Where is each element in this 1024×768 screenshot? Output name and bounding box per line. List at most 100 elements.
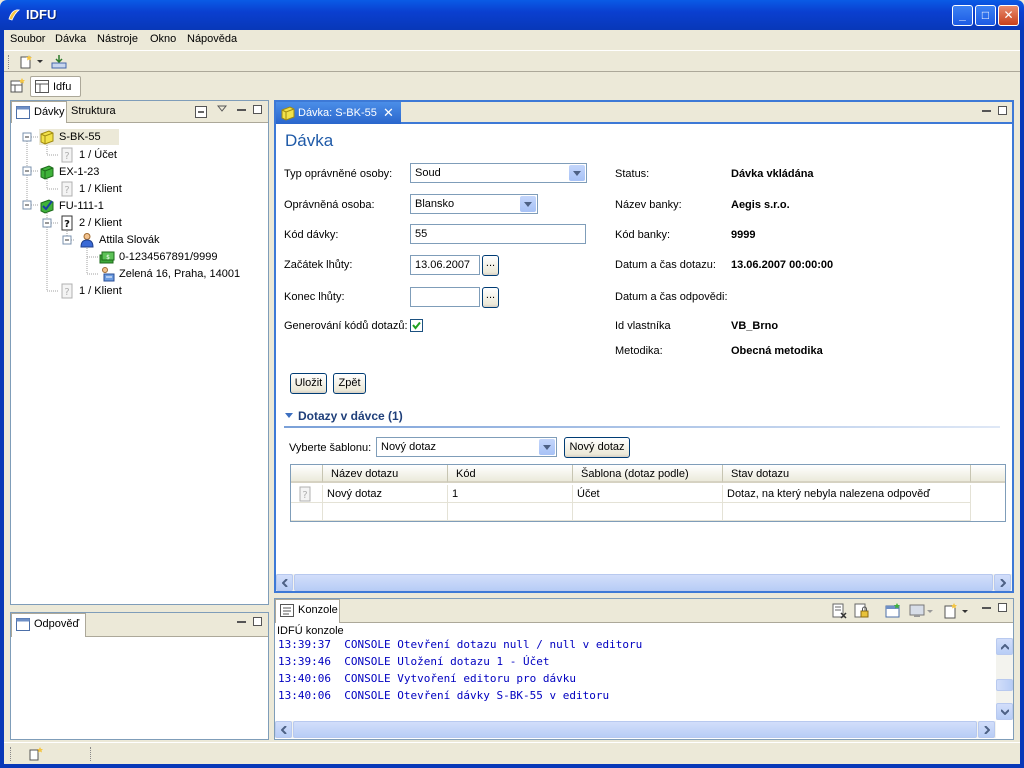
banka-value: Aegis s.r.o. bbox=[731, 199, 790, 211]
tab-konzole[interactable]: Konzole bbox=[275, 599, 340, 623]
scroll-thumb[interactable] bbox=[294, 574, 993, 591]
save-button[interactable]: Uložit bbox=[290, 373, 327, 394]
console-vscrollbar[interactable] bbox=[996, 638, 1013, 720]
back-button[interactable]: Zpět bbox=[333, 373, 366, 394]
editor-title: Dávka bbox=[285, 131, 334, 150]
chevron-down-icon[interactable] bbox=[539, 439, 555, 455]
gen-checkbox[interactable] bbox=[410, 319, 423, 332]
template-select[interactable]: Nový dotaz bbox=[376, 437, 557, 457]
console-output[interactable]: 13:39:37 CONSOLE Otevření dotazu null / … bbox=[275, 638, 997, 720]
clear-console-icon[interactable] bbox=[831, 603, 847, 619]
chevron-down-icon[interactable] bbox=[520, 196, 536, 212]
minimize-button[interactable]: _ bbox=[952, 5, 973, 26]
batch-check-icon bbox=[40, 199, 54, 214]
minimize-view-icon[interactable] bbox=[982, 607, 991, 609]
menu-napoveda[interactable]: Nápověda bbox=[187, 33, 237, 45]
konec-input[interactable] bbox=[410, 287, 480, 307]
close-window-button[interactable]: ✕ bbox=[998, 5, 1019, 26]
table-cell-kod[interactable]: 1 bbox=[448, 485, 573, 503]
scroll-right-arrow[interactable] bbox=[978, 721, 995, 738]
console-line: 13:39:46 CONSOLE Uložení dotazu 1 - Účet bbox=[278, 655, 550, 668]
table-row[interactable]: ? bbox=[291, 485, 323, 503]
osoba-select-value: Blansko bbox=[415, 198, 455, 210]
table-cell-nazev[interactable]: Nový dotaz bbox=[323, 485, 448, 503]
menu-soubor[interactable]: Soubor bbox=[10, 33, 45, 45]
perspective-idfu[interactable]: Idfu bbox=[30, 76, 81, 97]
console-view: Konzole IDFÚ konzole 13:39:37 CONSOLE Ot… bbox=[274, 598, 1014, 740]
scroll-down-arrow[interactable] bbox=[996, 703, 1013, 720]
section-collapse-icon[interactable] bbox=[284, 412, 294, 420]
collapse-all-icon[interactable] bbox=[195, 106, 207, 118]
console-hscrollbar[interactable] bbox=[275, 721, 996, 738]
scroll-left-arrow[interactable] bbox=[276, 574, 293, 591]
table-cell-sablona[interactable]: Účet bbox=[573, 485, 723, 503]
template-label: Vyberte šablonu: bbox=[289, 442, 372, 454]
close-tab-icon[interactable]: ✕ bbox=[383, 105, 394, 121]
tab-davka-s-bk-55[interactable]: Dávka: S-BK-55 ✕ bbox=[276, 102, 401, 124]
new-query-button[interactable]: Nový dotaz bbox=[564, 437, 630, 458]
new-item-icon[interactable] bbox=[18, 54, 34, 70]
scroll-thumb[interactable] bbox=[293, 721, 977, 738]
typ-select[interactable]: Soud bbox=[410, 163, 587, 183]
maximize-view-icon[interactable] bbox=[998, 603, 1007, 612]
tab-struktura[interactable]: Struktura bbox=[67, 101, 125, 123]
table-cell-stav[interactable]: Dotaz, na který nebyla nalezena odpověď bbox=[723, 485, 971, 503]
menu-okno[interactable]: Okno bbox=[150, 33, 176, 45]
import-icon[interactable] bbox=[50, 54, 68, 70]
tree-item-label: FU-111-1 bbox=[59, 200, 104, 212]
display-console-icon[interactable] bbox=[909, 603, 925, 619]
scroll-thumb[interactable] bbox=[996, 679, 1013, 691]
table-empty-cell bbox=[448, 503, 573, 521]
tab-davky[interactable]: Dávky bbox=[11, 101, 67, 123]
maximize-view-icon[interactable] bbox=[253, 105, 262, 114]
minimize-view-icon[interactable] bbox=[237, 621, 246, 623]
open-console-icon[interactable] bbox=[943, 603, 959, 619]
maximize-view-icon[interactable] bbox=[253, 617, 262, 626]
chevron-down-icon[interactable] bbox=[961, 609, 969, 615]
tab-konzole-label: Konzole bbox=[298, 604, 338, 616]
minimize-view-icon[interactable] bbox=[237, 109, 246, 111]
perspective-label: Idfu bbox=[53, 81, 72, 93]
scroll-lock-icon[interactable] bbox=[853, 603, 869, 619]
tab-odpoved[interactable]: Odpověď bbox=[11, 613, 86, 637]
tree-item-label: 1 / Klient bbox=[79, 183, 122, 195]
toolbar-grip[interactable] bbox=[8, 55, 11, 69]
batches-view: Dávky Struktura S-BK-55 ? 1 / Účet EX-1-… bbox=[10, 100, 269, 605]
tree-item-s-bk-55[interactable]: S-BK-55 bbox=[39, 129, 119, 145]
odpoved-label: Datum a čas odpovědi: bbox=[615, 291, 728, 303]
table-header-sablona[interactable]: Šablona (dotaz podle) bbox=[573, 465, 723, 483]
menu-davka[interactable]: Dávka bbox=[55, 33, 86, 45]
pin-console-icon[interactable] bbox=[885, 603, 901, 619]
konec-date-picker-button[interactable]: ... bbox=[482, 287, 499, 308]
editor-hscrollbar[interactable] bbox=[276, 574, 1012, 591]
menu-nastroje[interactable]: Nástroje bbox=[97, 33, 138, 45]
table-header-stav[interactable]: Stav dotazu bbox=[723, 465, 971, 483]
query-unknown-icon: ? bbox=[61, 147, 73, 163]
osoba-select[interactable]: Blansko bbox=[410, 194, 538, 214]
scroll-right-arrow[interactable] bbox=[994, 574, 1011, 591]
query-unknown-icon: ? bbox=[61, 283, 73, 299]
maximize-button[interactable]: □ bbox=[975, 5, 996, 26]
view-menu-icon[interactable] bbox=[217, 105, 227, 113]
kod-input[interactable]: 55 bbox=[410, 224, 586, 244]
fast-view-icon[interactable] bbox=[28, 747, 44, 761]
answer-view: Odpověď bbox=[10, 612, 269, 740]
title-bar[interactable]: IDFU _ □ ✕ bbox=[0, 0, 1024, 30]
chevron-down-icon[interactable] bbox=[926, 609, 934, 615]
perspective-bar: Idfu bbox=[4, 73, 1020, 99]
kod-label: Kód dávky: bbox=[284, 229, 339, 241]
zacatek-date-picker-button[interactable]: ... bbox=[482, 255, 499, 276]
maximize-editor-icon[interactable] bbox=[998, 106, 1007, 115]
minimize-editor-icon[interactable] bbox=[982, 110, 991, 112]
scroll-left-arrow[interactable] bbox=[275, 721, 292, 738]
open-perspective-icon[interactable] bbox=[10, 78, 26, 94]
chevron-down-icon[interactable] bbox=[569, 165, 585, 181]
zacatek-input[interactable]: 13.06.2007 bbox=[410, 255, 480, 275]
tab-struktura-label: Struktura bbox=[71, 105, 116, 117]
status-label: Status: bbox=[615, 168, 650, 180]
metodika-label: Metodika: bbox=[615, 345, 663, 357]
table-header-kod[interactable]: Kód bbox=[448, 465, 573, 483]
table-header-nazev[interactable]: Název dotazu bbox=[323, 465, 448, 483]
chevron-down-icon[interactable] bbox=[36, 59, 44, 65]
scroll-up-arrow[interactable] bbox=[996, 638, 1013, 655]
